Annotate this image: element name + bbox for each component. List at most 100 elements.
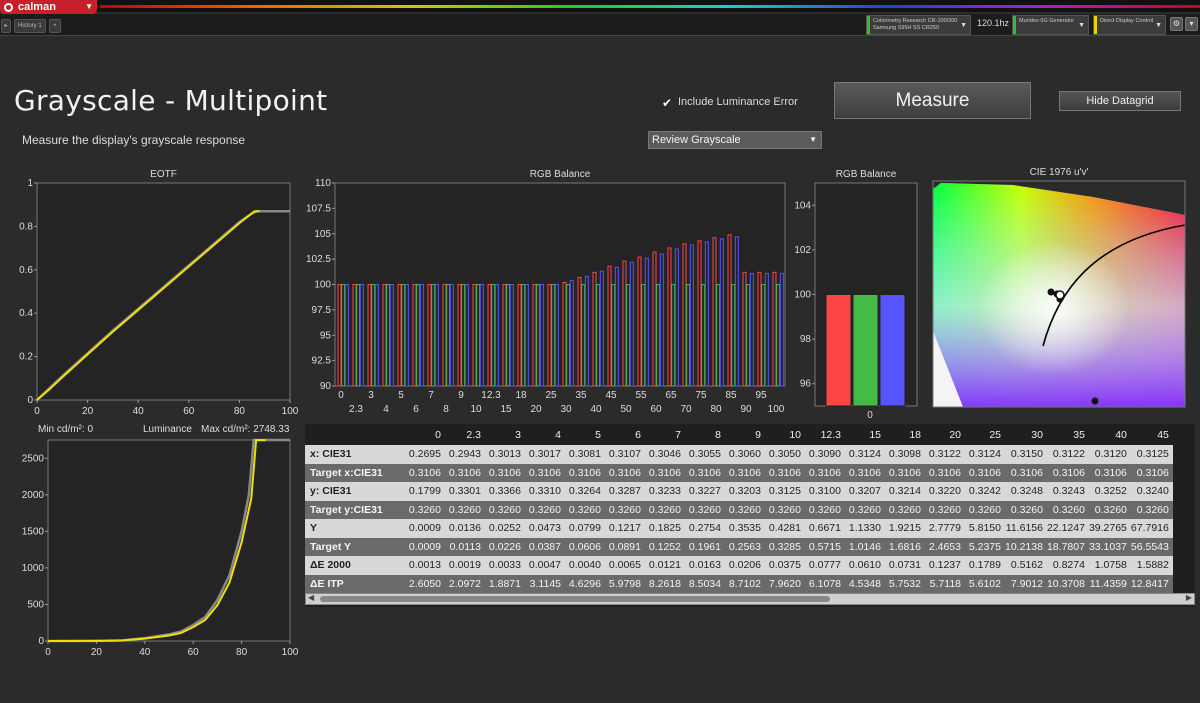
datagrid-cell: 0.3260 [965,500,1005,519]
chevron-down-icon: ▼ [1078,22,1085,29]
y-tick-label: 107.5 [306,203,331,214]
datagrid-cell: 3.1145 [525,574,565,593]
datagrid-cell: 0.0206 [725,556,765,575]
datagrid-column-header[interactable]: 30 [1005,424,1047,445]
measure-button[interactable]: Measure [834,82,1031,119]
datagrid-row-label: ΔE ITP [305,574,405,593]
scroll-left-icon[interactable]: ◀ [308,593,314,602]
system-menu-icon[interactable]: ▾ [1185,17,1198,31]
datagrid-horizontal-scrollbar[interactable]: ◀ ▶ [305,593,1195,605]
calman-logo-icon [4,3,13,12]
datagrid-cell: 0.3106 [605,463,645,482]
datagrid-column-header[interactable]: 40 [1088,424,1131,445]
meter-name: Colorimetry Research CR-100/200 [873,18,958,24]
datagrid-column-header[interactable]: 20 [925,424,965,445]
datagrid-column-header[interactable]: 5 [565,424,605,445]
y-tick-label: 92.5 [312,356,332,367]
datagrid-cell: 0.3050 [765,445,805,464]
datagrid-column-header[interactable]: 6 [605,424,645,445]
datagrid-row: ΔE 2000 0.0013 0.0019 0.0033 0.0047 0.0040 0.0… [305,556,1173,575]
datagrid-column-header[interactable]: 9 [725,424,765,445]
x-tick-label: 90 [740,404,752,415]
display-control-name: Direct Display Control [1100,18,1154,24]
x-tick-label: 20 [530,404,542,415]
rgb-bar [825,294,852,407]
datagrid-column-header[interactable]: 25 [965,424,1005,445]
review-grayscale-select[interactable]: Review Grayscale ▼ [648,131,822,149]
datagrid-cell: 0.3106 [1130,463,1173,482]
play-icon[interactable]: ▸ [1,19,11,33]
x-tick-label: 75 [695,390,707,401]
datagrid-column-header[interactable]: 12.3 [805,424,845,445]
datagrid-column-header[interactable]: 3 [485,424,525,445]
x-tick-label: 95 [755,390,767,401]
datagrid-cell: 0.3260 [445,500,485,519]
datagrid-column-header[interactable]: 7 [645,424,685,445]
datagrid-cell: 0.0019 [445,556,485,575]
datagrid-row: Target Y 0.0009 0.0113 0.0226 0.0387 0.0606 0.… [305,537,1173,556]
datagrid-row: y: CIE31 0.1799 0.3301 0.3366 0.3310 0.3264 0.… [305,482,1173,501]
y-tick-label: 100 [794,290,811,301]
hide-datagrid-button[interactable]: Hide Datagrid [1059,91,1181,111]
x-tick-label: 0 [34,406,40,417]
calman-menu-button[interactable]: calman ▼ [0,0,97,14]
datagrid-cell: 0.3233 [645,482,685,501]
calman-window: calman ▼ ▸ History 1 + Colorimetry Resea… [0,0,1200,703]
settings-gear-icon[interactable]: ⚙ [1170,17,1183,31]
datagrid-cell: 0.0473 [525,519,565,538]
generator-status-bar [1013,16,1016,34]
datagrid-cell: 0.2943 [445,445,485,464]
x-tick-label: 80 [236,647,248,658]
datagrid-cell: 0.3260 [1130,500,1173,519]
datagrid-cell: 0.3098 [885,445,925,464]
include-luminance-error-checkbox[interactable]: ✔ Include Luminance Error [662,96,798,110]
datagrid-cell: 0.3125 [765,482,805,501]
x-tick-label: 18 [515,390,527,401]
datagrid-cell: 56.5543 [1130,537,1173,556]
generator-device-select[interactable]: Murideo 6G Generator ▼ [1012,15,1089,35]
datagrid-cell: 0.3260 [485,500,525,519]
scroll-right-icon[interactable]: ▶ [1186,593,1192,602]
meter-status-bar [867,16,870,34]
page-subtitle: Measure the display's grayscale response [22,133,246,147]
datagrid-column-header[interactable]: 18 [885,424,925,445]
datagrid-row-label: x: CIE31 [305,445,405,464]
datagrid-cell: 0.3260 [1046,500,1089,519]
datagrid-column-header[interactable]: 10 [765,424,805,445]
luminance-chart: 0 20 40 60 80 10005001000150020002500 [22,438,299,658]
tab-history-1[interactable]: History 1 [14,19,46,33]
datagrid-column-header[interactable]: 2.3 [445,424,485,445]
datagrid-cell: 10.3708 [1046,574,1089,593]
datagrid-cell: 5.6102 [965,574,1005,593]
rgb-bar [852,294,879,407]
datagrid-cell: 0.1961 [685,537,725,556]
datagrid-cell: 0.0891 [605,537,645,556]
scrollbar-thumb[interactable] [320,596,830,602]
y-tick-label: 1000 [22,563,45,574]
y-tick-label: 0 [27,395,33,406]
datagrid-cell: 0.0387 [525,537,565,556]
datagrid-cell: 0.0009 [405,537,445,556]
datagrid-column-header[interactable]: 8 [685,424,725,445]
x-tick-label: 65 [665,390,677,401]
datagrid-cell: 0.3248 [1005,482,1047,501]
add-tab-icon[interactable]: + [49,19,61,33]
datagrid-cell: 7.9012 [1005,574,1047,593]
datagrid-cell: 1.0758 [1088,556,1131,575]
datagrid-cell: 0.3106 [885,463,925,482]
datagrid-column-header[interactable]: 15 [845,424,885,445]
datagrid-column-header[interactable]: 45 [1130,424,1173,445]
x-tick-label: 25 [545,390,557,401]
datagrid-column-header[interactable]: 4 [525,424,565,445]
datagrid-column-header[interactable]: 35 [1046,424,1089,445]
y-tick-label: 0 [38,636,44,647]
display-device-select[interactable]: Direct Display Control ▼ [1093,15,1166,35]
datagrid-cell: 0.0033 [485,556,525,575]
cie-1976-diagram [932,180,1186,408]
x-tick-label: 45 [605,390,617,401]
datagrid-cell: 0.3122 [925,445,965,464]
datagrid-cell: 0.3046 [645,445,685,464]
datagrid-column-header[interactable]: 0 [405,424,445,445]
meter-device-select[interactable]: Colorimetry Research CR-100/200 Samsung … [866,15,971,35]
x-tick-label: 7 [428,390,434,401]
